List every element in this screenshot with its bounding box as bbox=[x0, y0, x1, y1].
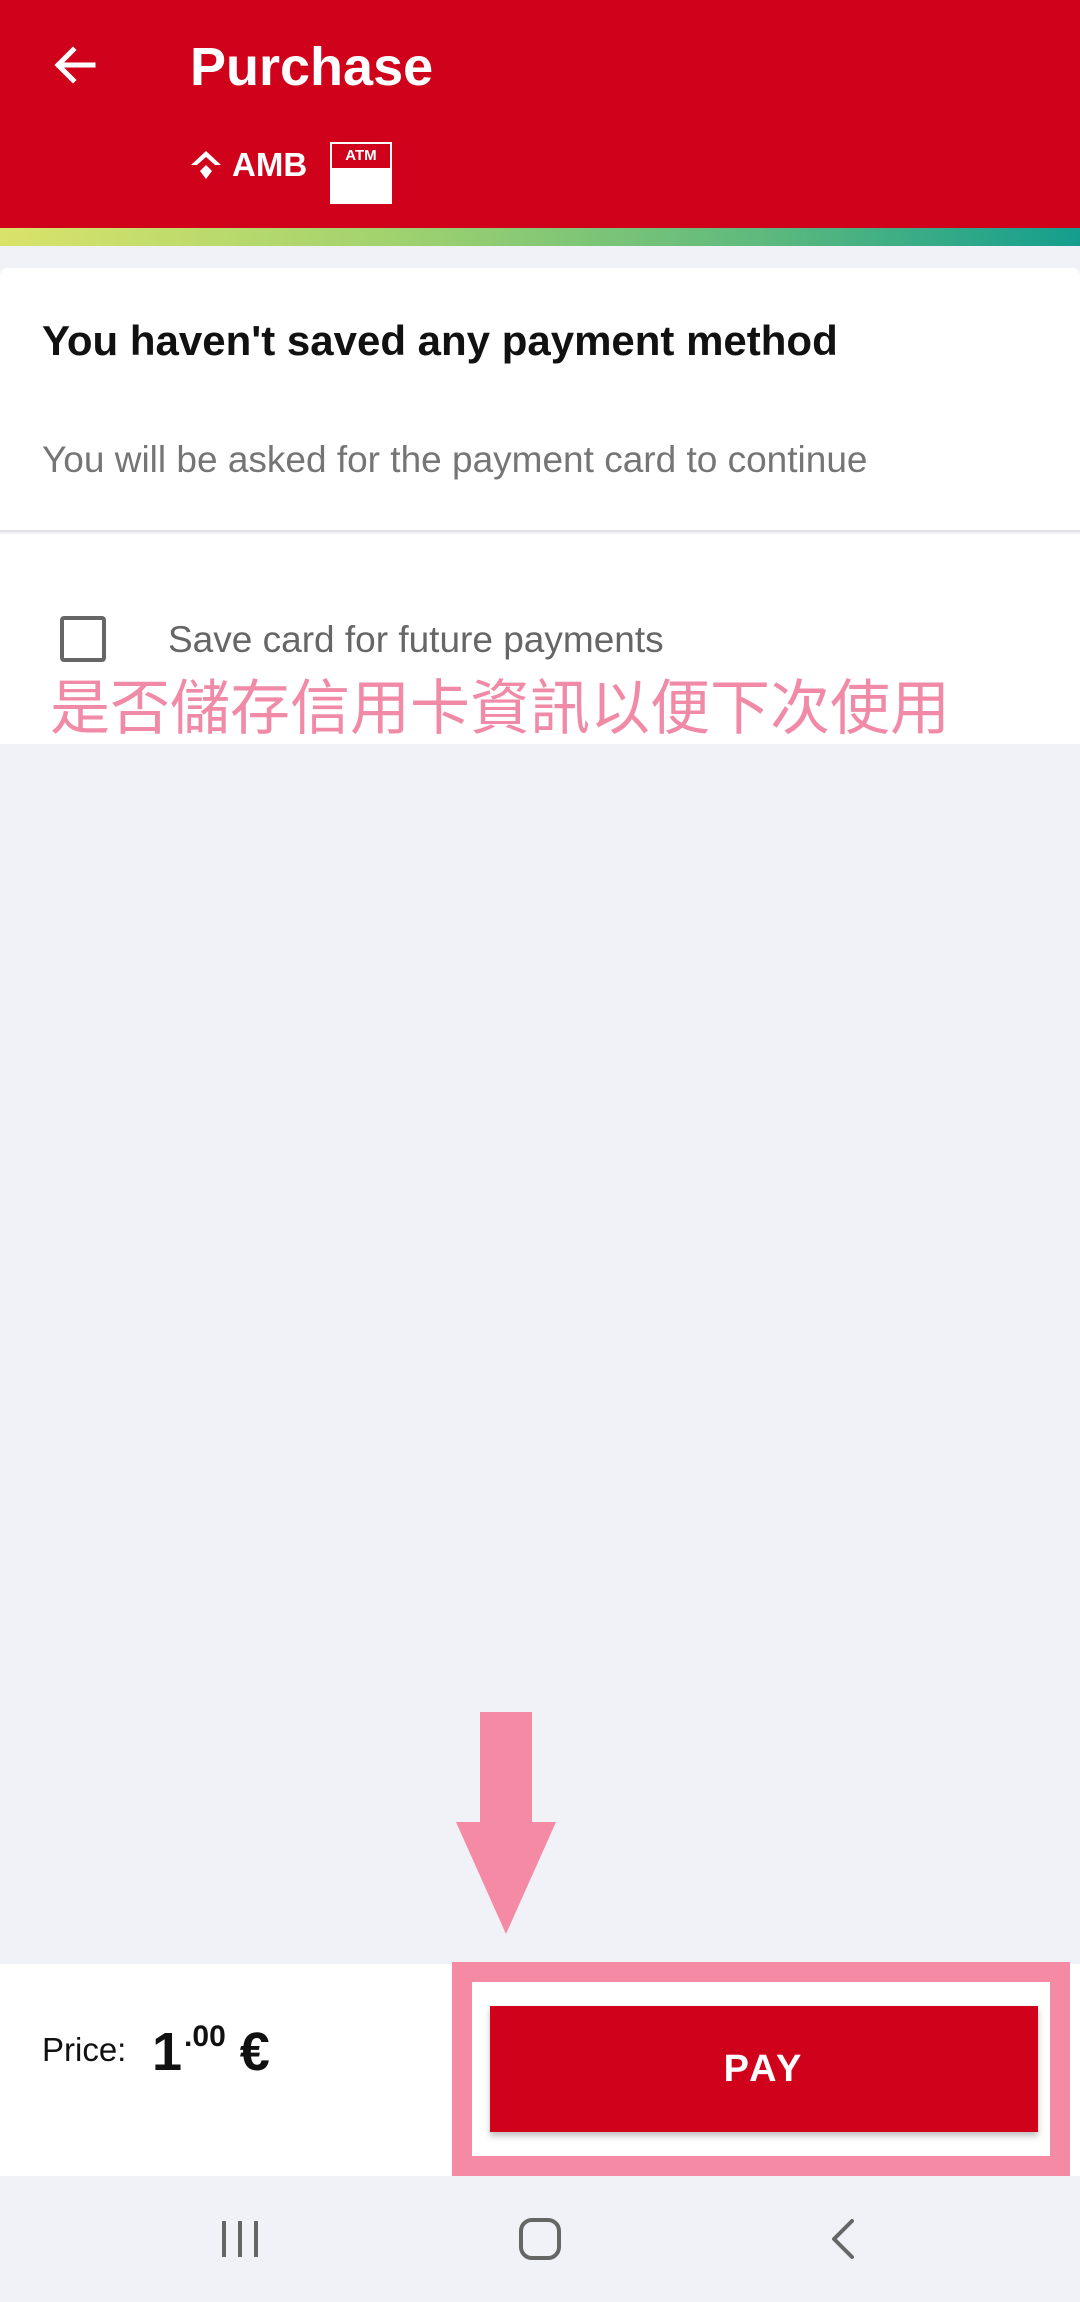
recent-apps-button[interactable] bbox=[200, 2204, 280, 2274]
home-button[interactable] bbox=[500, 2204, 580, 2274]
atm-logo-text: ATM bbox=[345, 147, 377, 164]
nav-back-button[interactable] bbox=[804, 2204, 884, 2274]
save-card-section: Save card for future payments 是否儲存信用卡資訊以… bbox=[0, 534, 1080, 744]
price-value: 1 .00 € bbox=[152, 2012, 270, 2092]
save-card-label[interactable]: Save card for future payments bbox=[168, 618, 664, 662]
back-button[interactable] bbox=[40, 30, 110, 100]
amb-logo-text: AMB bbox=[232, 146, 308, 183]
arrow-left-icon bbox=[54, 46, 96, 84]
price-integer: 1 bbox=[152, 2022, 183, 2082]
price-label: Price: bbox=[42, 2031, 127, 2068]
recent-apps-icon bbox=[222, 2221, 258, 2257]
atm-logo: ATM bbox=[330, 142, 392, 204]
no-payment-method-subtitle: You will be asked for the payment card t… bbox=[42, 439, 868, 480]
price-decimal: .00 bbox=[184, 2020, 226, 2053]
app-header: Purchase AMB ATM bbox=[0, 0, 1080, 228]
amb-logo: AMB bbox=[188, 146, 307, 184]
annotation-text: 是否儲存信用卡資訊以便下次使用 bbox=[50, 674, 950, 744]
home-icon bbox=[519, 2218, 561, 2260]
annotation-arrow-icon bbox=[456, 1712, 556, 1934]
no-payment-method-title: You haven't saved any payment method bbox=[42, 317, 838, 364]
pay-button[interactable]: PAY bbox=[490, 2006, 1038, 2132]
price-currency: € bbox=[239, 2022, 270, 2082]
page-title: Purchase bbox=[190, 37, 434, 97]
system-nav-bar bbox=[0, 2176, 1080, 2302]
amb-logo-icon bbox=[191, 151, 221, 179]
save-card-checkbox[interactable] bbox=[60, 616, 106, 662]
chevron-left-icon bbox=[832, 2219, 854, 2259]
payment-method-card: You haven't saved any payment method You… bbox=[0, 268, 1080, 532]
header-gradient-bar bbox=[0, 228, 1080, 246]
atm-logo-block bbox=[332, 168, 390, 202]
